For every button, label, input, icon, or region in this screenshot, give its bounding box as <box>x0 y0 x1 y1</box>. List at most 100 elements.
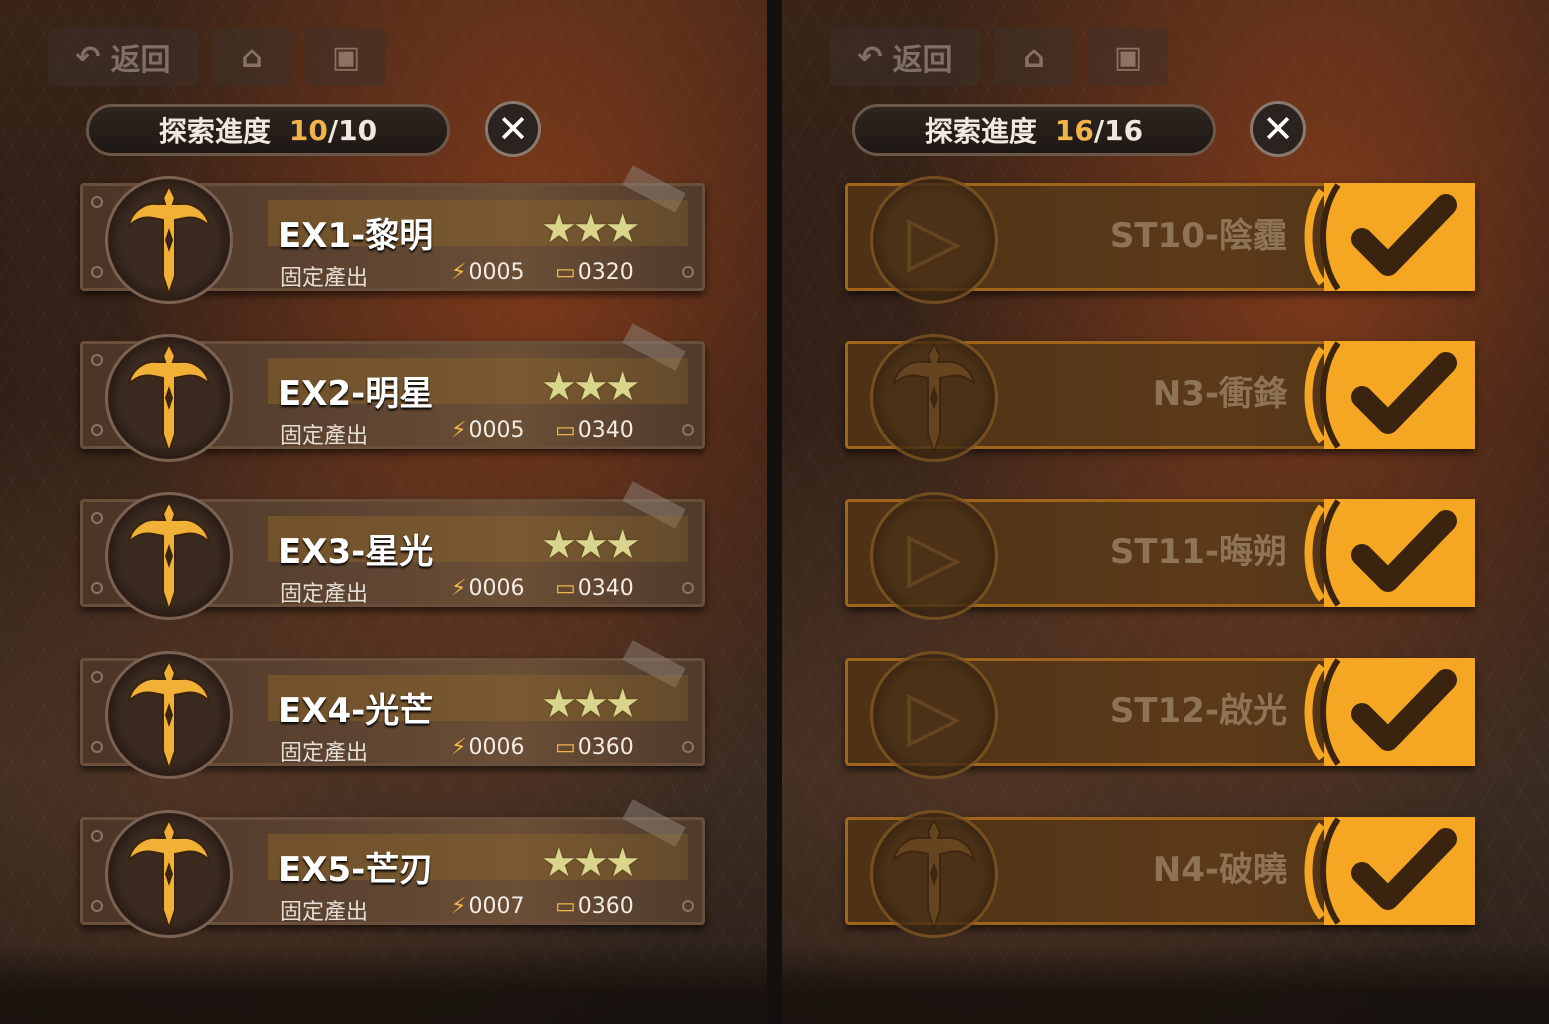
resource-a: ⚡ 0005 <box>451 260 524 285</box>
left-panel: ↶ 返回 ⌂ ▣ 探索進度 10/10 ✕ EX1-黎明 ★★★ 固定產出 ⚡ 00… <box>0 0 767 1024</box>
rivet <box>682 741 694 753</box>
fixed-output-label: 固定產出 <box>280 424 369 449</box>
fixed-output-label: 固定產出 <box>280 900 369 925</box>
rivet <box>91 266 103 278</box>
ticket-icon: ▭ <box>555 735 576 760</box>
image-button[interactable]: ▣ <box>306 28 386 86</box>
right-panel: ↶ 返回 ⌂ ▣ 探索進度 16/16 ✕ ▷ ST10-陰霾 N3-衝鋒 ▷ S… <box>782 0 1549 1024</box>
progress-current: 10 <box>288 113 328 147</box>
stage-card[interactable]: EX2-明星 ★★★ 固定產出 ⚡ 0005 ▭ 0340 <box>80 323 705 462</box>
image-button[interactable]: ▣ <box>1088 28 1168 86</box>
home-button[interactable]: ⌂ <box>994 28 1074 86</box>
fixed-output-label: 固定產出 <box>280 582 369 607</box>
resource-a-value: 0006 <box>468 576 525 601</box>
resource-a: ⚡ 0005 <box>451 418 524 443</box>
back-arrow-icon: ↶ <box>75 39 101 75</box>
sword-icon <box>127 342 211 454</box>
stage-card[interactable]: N3-衝鋒 <box>845 334 1475 462</box>
progress-current: 16 <box>1054 113 1094 147</box>
stage-card[interactable]: EX3-星光 ★★★ 固定產出 ⚡ 0006 ▭ 0340 <box>80 481 705 620</box>
material-icon: ⚡ <box>451 260 467 285</box>
star-rating: ★★★ <box>541 840 641 886</box>
stage-medal: ▷ <box>870 492 998 620</box>
fixed-output-label: 固定產出 <box>280 741 369 766</box>
stage-medal <box>105 651 233 779</box>
sword-icon <box>127 659 211 771</box>
stage-card[interactable]: ▷ ST10-陰霾 <box>845 176 1475 304</box>
completed-check-icon <box>1304 817 1475 925</box>
ticket-icon: ▭ <box>555 894 576 919</box>
progress-total: /16 <box>1093 113 1144 147</box>
home-button[interactable]: ⌂ <box>212 28 292 86</box>
image-icon: ▣ <box>331 39 361 75</box>
stage-title: EX4-光芒 <box>278 691 434 731</box>
resource-b-value: 0340 <box>577 576 634 601</box>
exploration-progress: 探索進度 10/10 <box>86 104 450 156</box>
sword-icon <box>892 818 976 930</box>
stage-title: ST10-陰霾 <box>1109 216 1287 256</box>
stage-card[interactable]: EX4-光芒 ★★★ 固定產出 ⚡ 0006 ▭ 0360 <box>80 640 705 779</box>
back-button[interactable]: ↶ 返回 <box>830 28 980 86</box>
resource-b: ▭ 0360 <box>555 894 634 919</box>
ticket-icon: ▭ <box>555 576 576 601</box>
progress-total: /10 <box>327 113 378 147</box>
stage-title: N4-破曉 <box>1152 850 1287 890</box>
resource-b: ▭ 0340 <box>555 418 634 443</box>
back-arrow-icon: ↶ <box>857 39 883 75</box>
material-icon: ⚡ <box>451 418 467 443</box>
resource-a: ⚡ 0007 <box>451 894 524 919</box>
completed-check-icon <box>1304 183 1475 291</box>
sword-icon <box>127 184 211 296</box>
resource-b-value: 0360 <box>577 894 634 919</box>
rivet <box>91 830 103 842</box>
resource-a: ⚡ 0006 <box>451 576 524 601</box>
stage-medal <box>870 334 998 462</box>
material-icon: ⚡ <box>451 894 467 919</box>
stage-title: ST11-晦朔 <box>1109 532 1287 572</box>
resource-a-value: 0007 <box>468 894 525 919</box>
rivet <box>91 512 103 524</box>
panel-divider <box>767 0 782 1024</box>
stage-title: EX3-星光 <box>278 532 434 572</box>
bottom-strip <box>0 944 767 1024</box>
star-rating: ★★★ <box>541 522 641 568</box>
stage-card[interactable]: N4-破曉 <box>845 810 1475 938</box>
stage-medal <box>105 176 233 304</box>
back-button[interactable]: ↶ 返回 <box>48 28 198 86</box>
home-icon: ⌂ <box>241 39 263 75</box>
stage-medal <box>105 810 233 938</box>
sword-icon <box>127 818 211 930</box>
progress-label: 探索進度 <box>158 115 271 148</box>
stage-title: EX1-黎明 <box>278 216 434 256</box>
image-icon: ▣ <box>1113 39 1143 75</box>
rivet <box>91 424 103 436</box>
stage-medal <box>105 334 233 462</box>
material-icon: ⚡ <box>451 576 467 601</box>
stage-card[interactable]: ▷ ST12-啟光 <box>845 651 1475 779</box>
ticket-icon: ▭ <box>555 418 576 443</box>
resource-b: ▭ 0320 <box>555 260 634 285</box>
stage-card[interactable]: EX5-芒刃 ★★★ 固定產出 ⚡ 0007 ▭ 0360 <box>80 799 705 938</box>
bottom-strip <box>782 944 1549 1024</box>
back-label: 返回 <box>892 43 953 78</box>
rivet <box>91 582 103 594</box>
resource-b-value: 0360 <box>577 735 634 760</box>
close-button[interactable]: ✕ <box>1250 101 1306 157</box>
rivet <box>91 900 103 912</box>
rivet <box>682 582 694 594</box>
home-icon: ⌂ <box>1023 39 1045 75</box>
progress-label: 探索進度 <box>924 115 1037 148</box>
stage-card[interactable]: EX1-黎明 ★★★ 固定產出 ⚡ 0005 ▭ 0320 <box>80 165 705 304</box>
top-nav: ↶ 返回 ⌂ ▣ <box>48 28 386 86</box>
star-rating: ★★★ <box>541 681 641 727</box>
rivet <box>91 196 103 208</box>
close-button[interactable]: ✕ <box>485 101 541 157</box>
stage-card[interactable]: ▷ ST11-晦朔 <box>845 492 1475 620</box>
completed-check-icon <box>1304 341 1475 449</box>
sword-icon <box>127 500 211 612</box>
ticket-icon: ▭ <box>555 260 576 285</box>
resource-b-value: 0320 <box>577 260 634 285</box>
sword-icon <box>892 342 976 454</box>
rivet <box>91 671 103 683</box>
stage-title: N3-衝鋒 <box>1152 374 1287 414</box>
